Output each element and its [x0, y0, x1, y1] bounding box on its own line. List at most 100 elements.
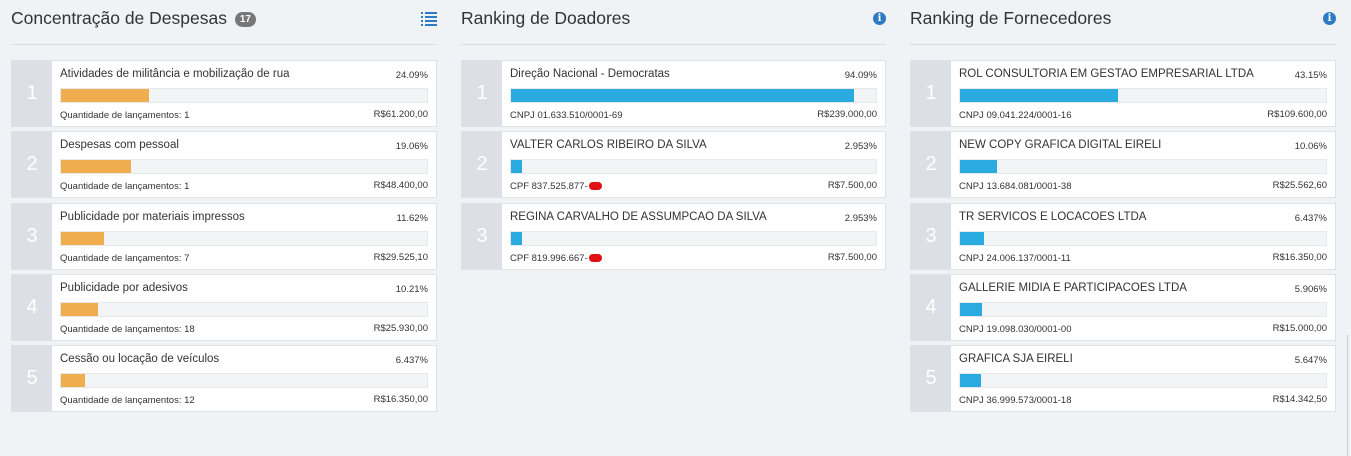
progress-bar — [60, 159, 428, 175]
row-amount: R$61.200,00 — [373, 109, 428, 120]
rank-number: 2 — [12, 132, 52, 198]
info-icon[interactable]: i — [873, 12, 886, 25]
row-subtext: Quantidade de lançamentos: 1 — [60, 181, 189, 192]
row-percentage: 2.953% — [844, 141, 877, 153]
progress-bar-fill — [61, 231, 104, 245]
progress-bar-fill — [960, 374, 981, 388]
progress-bar-fill — [960, 89, 1118, 102]
row-subtext-value: Quantidade de lançamentos: 7 — [60, 252, 190, 264]
rank-number: 5 — [911, 346, 951, 412]
row-percentage: 6.437% — [1294, 212, 1327, 224]
doadores-header: Ranking de Doadores i — [461, 0, 886, 45]
row-subtext-value: CNPJ 09.041.224/0001-16 — [959, 110, 1072, 121]
row-percentage: 5.647% — [1294, 355, 1327, 367]
rank-number: 1 — [462, 61, 502, 126]
fornecedores-title: Ranking de Fornecedores — [910, 8, 1112, 28]
progress-bar-fill — [511, 160, 522, 174]
row-name: ROL CONSULTORIA EM GESTAO EMPRESARIAL LT… — [959, 68, 1254, 80]
progress-bar-fill — [511, 231, 522, 245]
progress-bar — [60, 301, 428, 317]
despesas-row[interactable]: 4 Publicidade por adesivos 10.21% Quantidad… — [11, 273, 437, 341]
progress-bar-fill — [511, 89, 855, 102]
despesas-row[interactable]: 1 Atividades de militância e mobilização … — [11, 60, 437, 127]
row-subtext-value: CPF 819.996.667- — [510, 252, 588, 264]
row-name: Atividades de militância e mobilização d… — [60, 68, 290, 80]
despesas-row[interactable]: 3 Publicidade por materiais impressos 11.6… — [11, 202, 437, 270]
rank-number: 2 — [911, 132, 951, 198]
fornecedores-row[interactable]: 5 GRAFICA SJA EIRELI 5.647% CNPJ 36.999.573… — [910, 345, 1336, 413]
progress-bar — [959, 301, 1327, 317]
row-subtext: CNPJ 24.006.137/0001-11 — [959, 253, 1071, 264]
list-icon[interactable] — [421, 11, 437, 27]
rank-number: 2 — [462, 132, 502, 198]
rank-number: 3 — [911, 203, 951, 269]
row-name: TR SERVICOS E LOCACOES LTDA — [959, 210, 1147, 223]
row-percentage: 2.953% — [844, 212, 877, 224]
row-subtext: Quantidade de lançamentos: 1 — [60, 110, 189, 121]
row-amount: R$16.350,00 — [373, 394, 428, 406]
progress-bar-fill — [61, 302, 99, 316]
row-name: GRAFICA SJA EIRELI — [959, 353, 1073, 366]
fornecedores-row[interactable]: 4 GALLERIE MIDIA E PARTICIPACOES LTDA 5.90… — [910, 273, 1336, 341]
row-percentage: 24.09% — [395, 70, 428, 81]
info-icon[interactable]: i — [1323, 12, 1336, 25]
progress-bar — [60, 230, 428, 246]
row-percentage: 19.06% — [395, 141, 428, 153]
row-percentage: 94.09% — [844, 70, 877, 81]
progress-bar — [959, 373, 1327, 389]
rank-number: 3 — [12, 203, 52, 269]
progress-bar — [60, 88, 428, 103]
row-subtext: CPF 819.996.667- — [510, 253, 602, 264]
despesas-row[interactable]: 5 Cessão ou locação de veículos 6.437% Quan… — [11, 345, 437, 413]
row-amount: R$7.500,00 — [827, 180, 877, 192]
progress-bar — [510, 88, 877, 103]
despesas-title: Concentração de Despesas 17 — [11, 8, 256, 29]
row-amount: R$239.000,00 — [817, 109, 877, 120]
progress-bar — [959, 88, 1327, 103]
fornecedores-row[interactable]: 1 ROL CONSULTORIA EM GESTAO EMPRESARIAL L… — [910, 60, 1336, 127]
row-percentage: 5.906% — [1294, 283, 1327, 295]
row-amount: R$109.600,00 — [1267, 109, 1327, 120]
progress-bar-fill — [61, 89, 150, 102]
scrollbar-edge — [1347, 335, 1348, 456]
progress-bar-fill — [61, 160, 131, 174]
progress-bar-fill — [61, 374, 85, 388]
despesas-row[interactable]: 2 Despesas com pessoal 19.06% Quantidade de… — [11, 131, 437, 199]
doadores-row[interactable]: 3 REGINA CARVALHO DE ASSUMPCAO DA SILVA 2.… — [461, 202, 886, 270]
doadores-row[interactable]: 1 Direção Nacional - Democratas 94.09% CNPJ… — [461, 60, 886, 127]
progress-bar — [510, 159, 877, 175]
row-amount: R$15.000,00 — [1272, 322, 1327, 334]
row-percentage: 10.21% — [395, 283, 428, 295]
despesas-title-text: Concentração de Despesas — [11, 8, 227, 28]
row-subtext: Quantidade de lançamentos: 18 — [60, 324, 195, 335]
fornecedores-row[interactable]: 3 TR SERVICOS E LOCACOES LTDA 6.437% CNPJ 2… — [910, 202, 1336, 270]
row-subtext-value: Quantidade de lançamentos: 12 — [60, 395, 195, 407]
doadores-row[interactable]: 2 VALTER CARLOS RIBEIRO DA SILVA 2.953% CPF… — [461, 131, 886, 199]
row-amount: R$7.500,00 — [827, 251, 877, 263]
rank-number: 5 — [12, 346, 52, 412]
rank-number: 4 — [911, 274, 951, 340]
row-amount: R$29.525,10 — [373, 251, 428, 263]
progress-bar-fill — [960, 231, 984, 245]
row-name: Direção Nacional - Democratas — [510, 68, 670, 80]
row-name: Publicidade por adesivos — [60, 281, 188, 294]
fornecedores-row[interactable]: 2 NEW COPY GRAFICA DIGITAL EIRELI 10.06% CN… — [910, 131, 1336, 199]
row-subtext: CNPJ 09.041.224/0001-16 — [959, 110, 1072, 121]
row-name: Cessão ou locação de veículos — [60, 353, 220, 366]
progress-bar — [60, 373, 428, 389]
row-percentage: 10.06% — [1294, 141, 1327, 153]
redaction-mark — [588, 182, 602, 191]
row-subtext-value: CNPJ 24.006.137/0001-11 — [959, 252, 1071, 264]
row-subtext-value: CNPJ 36.999.573/0001-18 — [959, 395, 1072, 407]
row-name: Despesas com pessoal — [60, 139, 179, 152]
row-amount: R$25.562,60 — [1272, 180, 1327, 192]
row-subtext-value: CNPJ 13.684.081/0001-38 — [959, 181, 1072, 193]
row-name: REGINA CARVALHO DE ASSUMPCAO DA SILVA — [510, 210, 767, 223]
row-name: NEW COPY GRAFICA DIGITAL EIRELI — [959, 139, 1162, 152]
row-subtext: CPF 837.525.877- — [510, 181, 602, 192]
despesas-header: Concentração de Despesas 17 — [11, 0, 437, 45]
redaction-mark — [588, 253, 602, 262]
rank-number: 3 — [462, 203, 502, 269]
row-name: VALTER CARLOS RIBEIRO DA SILVA — [510, 139, 707, 152]
row-percentage: 6.437% — [395, 355, 428, 367]
